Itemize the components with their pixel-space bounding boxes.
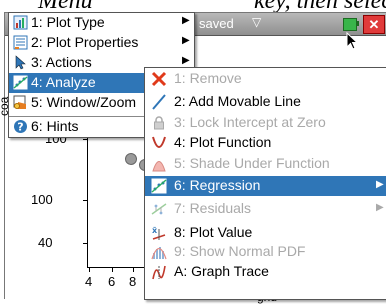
submenu-item-show-normal-pdf[interactable]: 9: Show Normal PDF: [145, 242, 386, 262]
battery-icon: [343, 18, 357, 31]
chevron-down-icon[interactable]: ▽: [252, 15, 261, 29]
x-tick-label: 4: [85, 274, 93, 289]
submenu-arrow-icon: ▶: [182, 15, 190, 26]
residuals-icon: [151, 203, 167, 215]
graph-trace-icon: [152, 265, 166, 280]
plot-function-icon: [152, 136, 166, 148]
hints-icon: ?: [14, 120, 27, 134]
submenu-item-plot-value[interactable]: x̄ 8: Plot Value: [145, 223, 386, 243]
shade-icon: [152, 161, 166, 172]
normal-pdf-icon: [151, 247, 167, 260]
submenu-arrow-icon: ▶: [376, 202, 384, 213]
submenu-item-label: 5: Shade Under Function: [174, 155, 330, 171]
submenu-item-label: 3: Lock Intercept at Zero: [174, 114, 326, 130]
submenu-item-label: 4: Plot Function: [174, 134, 272, 150]
submenu-item-label: 7: Residuals: [174, 200, 252, 216]
x-axis-line: [87, 267, 147, 268]
actions-icon: [15, 55, 26, 70]
submenu-item-residuals[interactable]: 7: Residuals ▶: [145, 199, 386, 219]
menu-item-label: 5: Window/Zoom: [31, 94, 137, 110]
x-tick-label: 8: [129, 274, 137, 289]
submenu-item-label: 2: Add Movable Line: [174, 93, 301, 109]
y-tick-mark: [83, 243, 88, 244]
menu-item-label: 3: Actions: [31, 54, 92, 70]
y-tick-label: 100: [31, 192, 53, 207]
window-zoom-icon: [13, 95, 26, 109]
y-tick-label: 40: [38, 235, 53, 250]
plot-properties-icon: [13, 35, 28, 50]
menu-item-label: 6: Hints: [31, 118, 79, 134]
movable-line-icon: [152, 94, 166, 110]
submenu-item-label: 8: Plot Value: [174, 224, 253, 240]
menu-item-label: 4: Analyze: [31, 74, 96, 90]
close-button[interactable]: ✕: [363, 15, 385, 34]
data-point[interactable]: [125, 153, 137, 165]
submenu-item-label: 9: Show Normal PDF: [174, 243, 306, 259]
submenu-item-add-movable-line[interactable]: 2: Add Movable Line: [145, 92, 386, 112]
submenu-item-label: 1: Remove: [174, 70, 242, 86]
lock-icon: [154, 116, 164, 130]
svg-text:x̄: x̄: [152, 226, 158, 235]
menu-item-plot-type[interactable]: 1: Plot Type ▶: [9, 13, 194, 33]
submenu-item-graph-trace[interactable]: A: Graph Trace: [145, 262, 386, 282]
remove-icon: [151, 71, 167, 87]
submenu-item-shade-under-function[interactable]: 5: Shade Under Function: [145, 154, 386, 174]
submenu-arrow-icon: ▶: [182, 35, 190, 46]
x-tick-mark: [133, 267, 134, 272]
analyze-icon: [13, 75, 28, 90]
submenu-arrow-icon: ▶: [376, 179, 384, 190]
submenu-item-regression[interactable]: 6: Regression ▶: [145, 176, 386, 196]
svg-text:?: ?: [17, 121, 23, 134]
plot-type-icon: [13, 15, 28, 30]
submenu-item-label: 6: Regression: [174, 177, 261, 193]
menu-item-label: 2: Plot Properties: [31, 34, 139, 50]
submenu-item-lock-intercept[interactable]: 3: Lock Intercept at Zero: [145, 113, 386, 133]
plot-value-icon: x̄: [152, 226, 166, 240]
menu-item-plot-properties[interactable]: 2: Plot Properties ▶: [9, 33, 194, 53]
submenu-item-label: A: Graph Trace: [174, 263, 269, 279]
y-tick-mark: [83, 200, 88, 201]
analyze-submenu: 1: Remove 2: Add Movable Line 3: Lock In…: [144, 67, 386, 300]
submenu-arrow-icon: ▶: [182, 55, 190, 66]
regression-icon: [151, 178, 167, 194]
y-tick-mark: [83, 139, 88, 140]
x-tick-mark: [89, 267, 90, 272]
submenu-item-plot-function[interactable]: 4: Plot Function: [145, 133, 386, 153]
submenu-item-remove[interactable]: 1: Remove: [145, 69, 386, 89]
document-title[interactable]: saved: [199, 16, 234, 31]
battery-cap: [356, 21, 359, 26]
x-tick-label: 6: [108, 274, 116, 289]
x-tick-mark: [112, 267, 113, 272]
menu-item-label: 1: Plot Type: [31, 14, 105, 30]
